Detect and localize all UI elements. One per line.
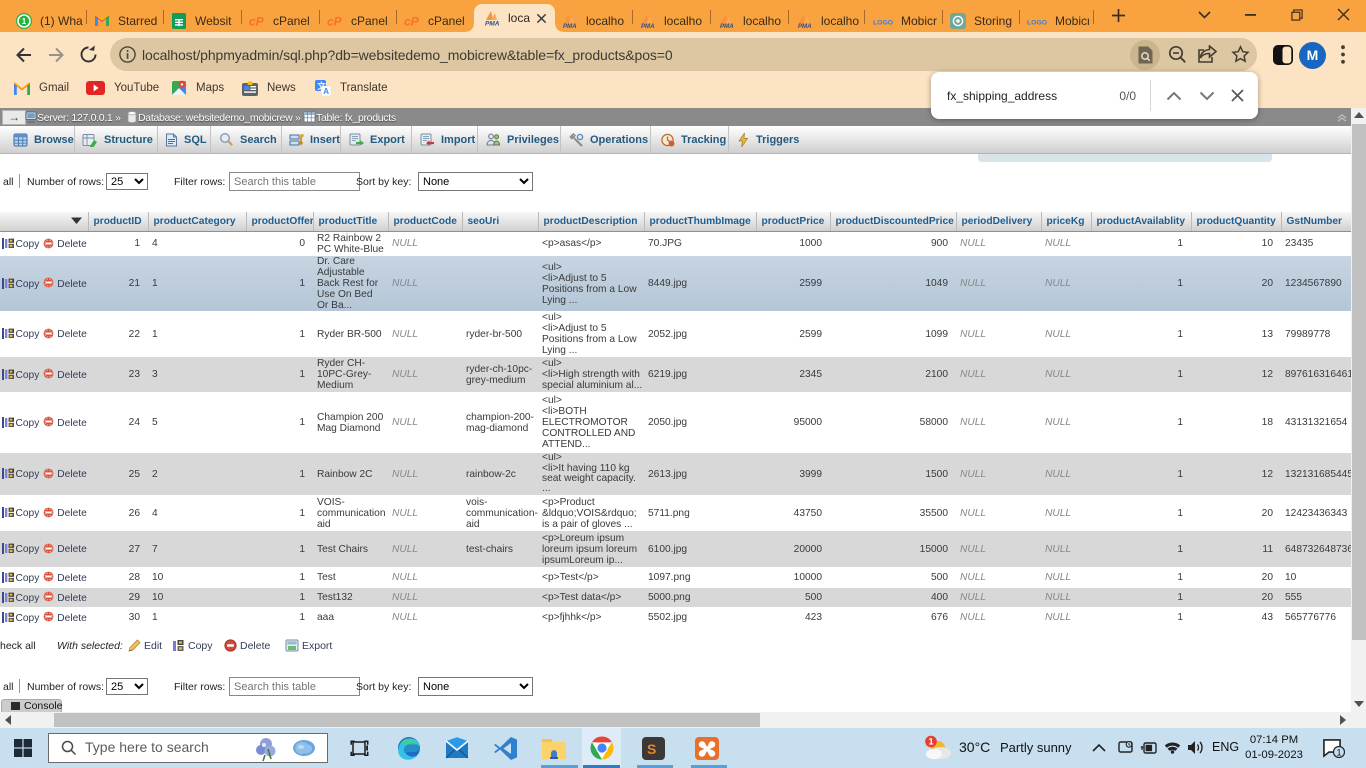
svg-text:LOGO: LOGO xyxy=(873,20,893,27)
svg-text:1: 1 xyxy=(928,737,933,747)
svg-text:PMA: PMA xyxy=(720,23,734,29)
svg-text:PMA: PMA xyxy=(485,21,500,27)
svg-text:PMA: PMA xyxy=(563,23,577,29)
svg-text:PMA: PMA xyxy=(798,23,812,29)
svg-text:LOGO: LOGO xyxy=(1027,20,1047,27)
svg-text:A: A xyxy=(323,87,329,96)
svg-text:cP: cP xyxy=(327,15,343,29)
svg-text:1: 1 xyxy=(22,17,27,26)
svg-text:PMA: PMA xyxy=(641,23,655,29)
svg-text:cP: cP xyxy=(404,15,420,29)
svg-text:cP: cP xyxy=(249,15,265,29)
svg-text:S: S xyxy=(647,741,656,757)
svg-text:1: 1 xyxy=(1336,748,1341,758)
